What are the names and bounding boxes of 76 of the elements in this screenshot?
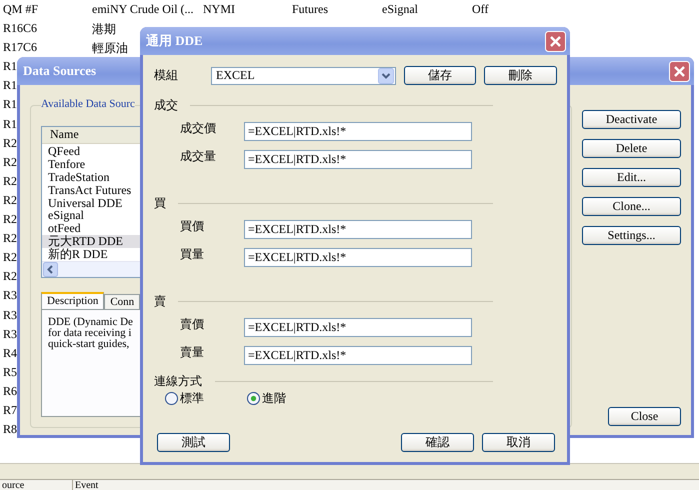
column-header[interactable]: Event xyxy=(72,480,145,490)
table-cell: R8 xyxy=(3,422,18,438)
table-cell: R2 xyxy=(3,231,18,246)
radio-button[interactable]: 標準 xyxy=(165,390,204,407)
description-text: for data receiving i xyxy=(48,328,132,339)
action-button[interactable]: Edit... xyxy=(582,168,681,187)
table-cell: R3 xyxy=(3,308,18,322)
input-field[interactable]: =EXCEL|RTD.xls!* xyxy=(244,248,472,267)
close-button[interactable]: Close xyxy=(608,407,681,426)
field-label: 買價 xyxy=(180,218,205,235)
table-cell: 輕原油 xyxy=(92,40,128,58)
window-title: Data Sources xyxy=(23,63,96,79)
input-field[interactable]: =EXCEL|RTD.xls!* xyxy=(244,220,472,239)
table-cell: R3 xyxy=(3,288,18,304)
table-cell: R6 xyxy=(3,384,18,399)
tab[interactable]: Description xyxy=(41,292,104,309)
template-button[interactable]: 刪除 xyxy=(484,66,557,85)
table-cell: R17C6 xyxy=(3,40,38,56)
table-cell: R1 xyxy=(3,78,18,94)
description-text: DDE (Dynamic De xyxy=(48,317,133,328)
table-cell: emiNY Crude Oil (... xyxy=(92,2,194,17)
table-cell: eSignal xyxy=(382,2,418,17)
table-cell: R1 xyxy=(3,116,18,132)
table-cell: Futures xyxy=(292,2,328,17)
ok-button[interactable]: 確認 xyxy=(401,433,474,452)
template-button[interactable]: 儲存 xyxy=(404,66,476,85)
table-cell: Off xyxy=(472,2,488,17)
radio-icon[interactable] xyxy=(247,392,260,405)
table-cell: R3 xyxy=(3,326,18,342)
table-cell: R1 xyxy=(3,59,18,74)
section-title: 連線方式 xyxy=(154,372,202,390)
table-cell: R2 xyxy=(3,154,18,170)
table-cell: R7 xyxy=(3,402,18,418)
table-cell: R4 xyxy=(3,346,18,361)
table-cell: NYMI xyxy=(203,2,235,17)
action-button[interactable]: Delete xyxy=(582,139,681,158)
input-field[interactable]: =EXCEL|RTD.xls!* xyxy=(244,318,472,337)
table-cell: R2 xyxy=(3,174,18,189)
table-cell: R5 xyxy=(3,364,18,380)
table-cell: QM #F xyxy=(3,2,38,17)
window-title: 通用 DDE xyxy=(146,32,203,50)
column-header[interactable]: Name xyxy=(42,127,79,142)
cancel-button[interactable]: 取消 xyxy=(482,433,555,452)
table-cell: R16C6 xyxy=(3,21,38,36)
column-header[interactable]: ource xyxy=(0,480,72,490)
table-cell: R1 xyxy=(3,97,18,112)
field-label: 賣量 xyxy=(180,344,205,361)
field-label: 成交價 xyxy=(180,120,217,137)
table-cell: R2 xyxy=(3,250,18,266)
section-title: 賣 xyxy=(154,292,166,310)
radio-button[interactable]: 進階 xyxy=(247,390,286,407)
input-field[interactable]: =EXCEL|RTD.xls!* xyxy=(244,122,472,141)
field-label: 賣價 xyxy=(180,316,205,333)
table-cell: R2 xyxy=(3,269,18,284)
template-label: 模組 xyxy=(154,67,179,84)
input-field[interactable]: =EXCEL|RTD.xls!* xyxy=(244,346,472,365)
close-icon[interactable] xyxy=(545,30,566,52)
table-cell: R2 xyxy=(3,136,18,151)
radio-icon[interactable] xyxy=(165,392,178,405)
section-title: 成交 xyxy=(154,96,178,114)
section-title: 買 xyxy=(154,194,166,212)
template-dropdown[interactable]: EXCEL xyxy=(211,66,396,84)
close-icon[interactable] xyxy=(669,60,690,82)
table-cell: 港期 xyxy=(92,21,116,38)
table-cell: R2 xyxy=(3,192,18,208)
test-button[interactable]: 測試 xyxy=(157,433,230,452)
description-text: quick-start guides, xyxy=(48,339,130,350)
action-button[interactable]: Settings... xyxy=(582,226,681,245)
table-cell: R2 xyxy=(3,212,18,228)
input-field[interactable]: =EXCEL|RTD.xls!* xyxy=(244,150,472,169)
field-label: 成交量 xyxy=(180,148,217,165)
action-button[interactable]: Clone... xyxy=(582,197,681,216)
action-button[interactable]: Deactivate xyxy=(582,110,681,129)
tab[interactable]: Conn xyxy=(104,294,140,309)
group-label: Available Data Sourc xyxy=(41,98,135,110)
field-label: 買量 xyxy=(180,246,205,263)
